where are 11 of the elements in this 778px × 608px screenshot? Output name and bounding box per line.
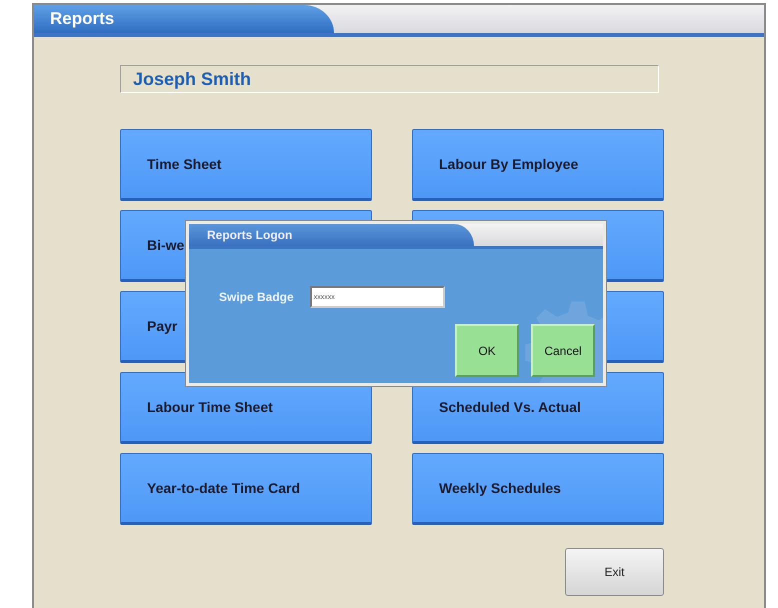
dialog-button[interactable]: Cancel — [531, 324, 595, 377]
report-button[interactable]: Labour By Employee — [412, 129, 664, 201]
employee-name-field: Joseph Smith — [120, 65, 659, 93]
report-button[interactable]: Year-to-date Time Card — [120, 453, 372, 525]
exit-button[interactable]: Exit — [565, 548, 664, 596]
swipe-badge-label: Swipe Badge — [219, 290, 294, 304]
dialog-button[interactable]: OK — [455, 324, 519, 377]
report-button[interactable]: Time Sheet — [120, 129, 372, 201]
dialog-title: Reports Logon — [189, 224, 474, 246]
report-button[interactable]: Weekly Schedules — [412, 453, 664, 525]
window-title: Reports — [34, 5, 334, 33]
